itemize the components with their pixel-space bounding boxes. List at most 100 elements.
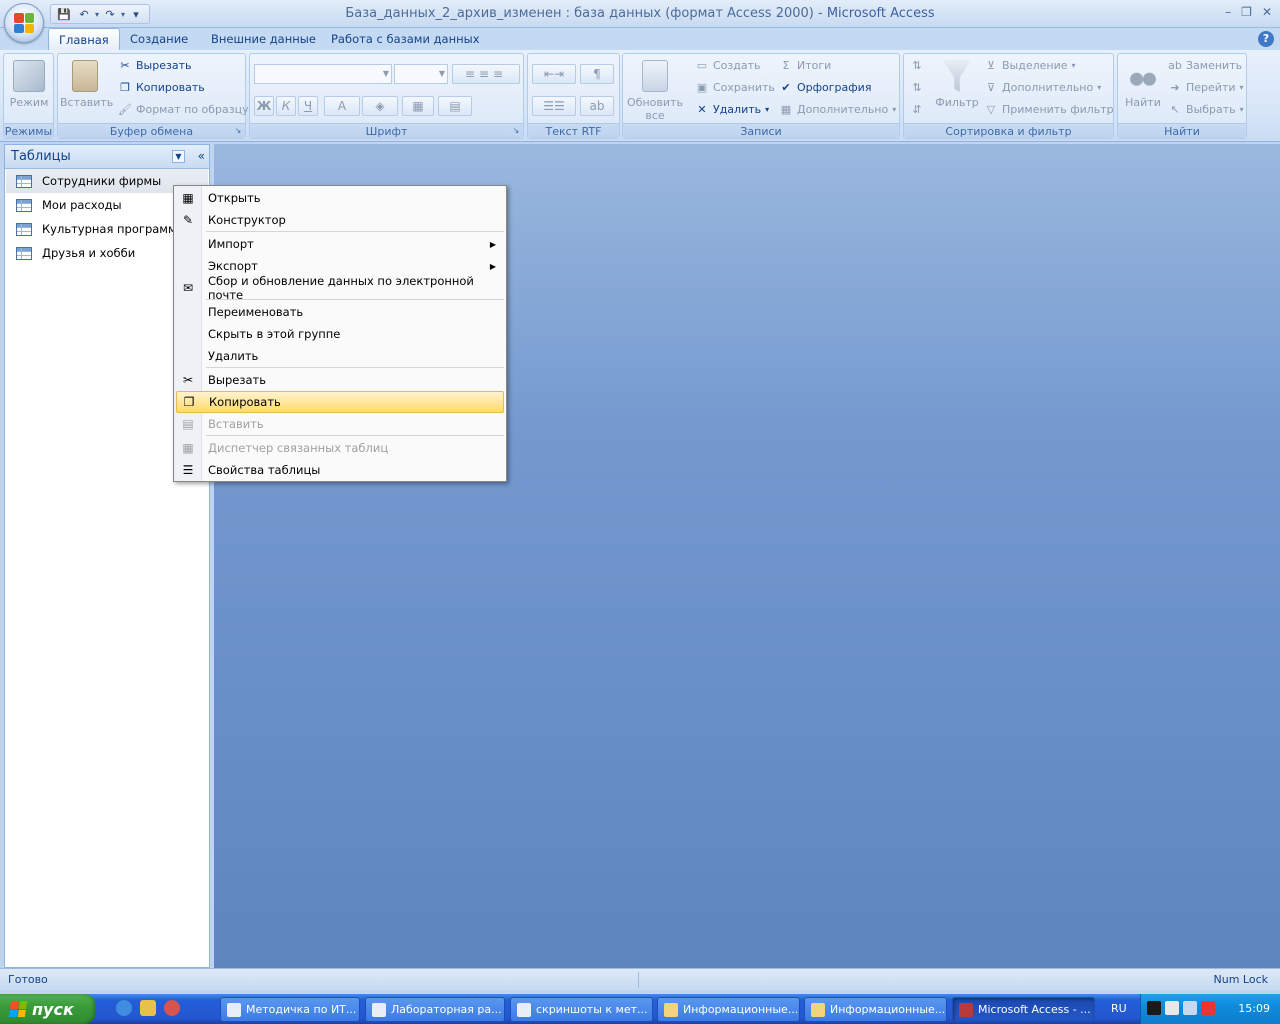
totals-label: Итоги <box>797 59 832 72</box>
customize-qat-icon[interactable]: ▾ <box>127 6 145 22</box>
group-font: ▼ ▼ ≡≡≡ Ж К Ч A ◈ ▦ ▤ Шрифт ↘ <box>249 53 524 139</box>
empty-icon <box>176 255 200 277</box>
redo-icon[interactable]: ↷ <box>101 6 119 22</box>
save-icon[interactable]: 💾 <box>55 6 73 22</box>
menu-item-design[interactable]: ✎ Конструктор <box>176 209 504 231</box>
alt-fill-icon[interactable]: ▤ <box>438 96 472 116</box>
ribbon-tabs: Главная Создание Внешние данные Работа с… <box>0 28 1280 50</box>
font-name-field[interactable]: ▼ <box>254 64 392 84</box>
taskbar-item-4[interactable]: Информационные... <box>657 997 800 1022</box>
view-button[interactable]: Режим <box>4 58 54 122</box>
tray-app-icon[interactable] <box>1147 1001 1161 1015</box>
replace-button[interactable]: ab Заменить <box>1168 56 1242 76</box>
menu-item-import[interactable]: Импорт ▶ <box>176 233 504 255</box>
save-record-button[interactable]: ▣ Сохранить <box>695 78 775 98</box>
find-button[interactable]: Найти <box>1118 58 1168 122</box>
menu-item-linked-table-manager[interactable]: ▦ Диспетчер связанных таблиц <box>176 437 504 459</box>
new-record-button[interactable]: ▭ Создать <box>695 56 761 76</box>
gridlines-icon[interactable]: ▦ <box>402 96 434 116</box>
sort-ascending-icon[interactable]: ⇅ <box>910 56 924 76</box>
chevron-down-icon: ▼ <box>382 69 389 78</box>
spelling-label: Орфография <box>797 81 872 94</box>
tab-create[interactable]: Создание <box>120 28 198 50</box>
advanced-filter-button[interactable]: ⊽ Дополнительно ▾ <box>984 78 1101 98</box>
underline-button[interactable]: Ч <box>298 96 318 116</box>
desktop-icon[interactable] <box>140 1000 156 1016</box>
nav-menu-chevron-icon[interactable]: ▼ <box>172 150 185 163</box>
group-clipboard: Вставить ✂ Вырезать ❐ Копировать 🖌 Формат п… <box>57 53 249 139</box>
taskbar-item-3[interactable]: скриншоты к мет... <box>510 997 653 1022</box>
group-find: Найти ab Заменить ➜ Перейти ▾ ↖ Выбрать ▾ Най… <box>1117 53 1247 139</box>
indent-icon[interactable]: ⇤⇥ <box>532 64 576 84</box>
office-button[interactable] <box>4 3 44 43</box>
collapse-pane-icon[interactable]: « <box>198 149 205 163</box>
tab-external-data[interactable]: Внешние данные <box>201 28 326 50</box>
align-buttons[interactable]: ≡≡≡ <box>452 64 520 84</box>
start-button[interactable]: пуск <box>0 994 96 1024</box>
media-icon[interactable] <box>164 1000 180 1016</box>
spelling-button[interactable]: ✔ Орфография <box>779 78 871 98</box>
delete-record-button[interactable]: ✕ Удалить ▾ <box>695 100 769 120</box>
clock: 15:09 <box>1238 1002 1270 1015</box>
group-label-views: Режимы <box>4 123 53 138</box>
taskbar-item-1[interactable]: Методичка по ИТ... <box>220 997 360 1022</box>
clear-sort-icon[interactable]: ⇵ <box>910 100 924 120</box>
browser-icon[interactable] <box>116 1000 132 1016</box>
tab-database-tools[interactable]: Работа с базами данных <box>321 28 490 50</box>
tray-tool-icon[interactable] <box>1165 1001 1179 1015</box>
folder-icon <box>664 1002 678 1017</box>
menu-item-copy[interactable]: ❐ Копировать <box>176 391 504 413</box>
select-button[interactable]: ↖ Выбрать ▾ <box>1168 100 1243 120</box>
redo-dropdown-icon[interactable]: ▾ <box>121 10 125 19</box>
minimize-button[interactable]: – <box>1225 5 1231 19</box>
sort-descending-icon[interactable]: ⇅ <box>910 78 924 98</box>
menu-label: Переименовать <box>208 305 304 319</box>
nav-header[interactable]: Таблицы ▼ « <box>5 145 209 169</box>
menu-item-rename[interactable]: Переименовать <box>176 301 504 323</box>
menu-separator <box>206 435 504 436</box>
list-icon[interactable]: ☰☰ <box>532 96 576 116</box>
tab-home[interactable]: Главная <box>48 28 120 50</box>
help-icon[interactable]: ? <box>1258 31 1274 47</box>
antivirus-icon[interactable] <box>1201 1001 1215 1015</box>
copy-button[interactable]: ❐ Копировать <box>118 78 205 98</box>
menu-item-delete[interactable]: Удалить <box>176 345 504 367</box>
fill-color-icon[interactable]: ◈ <box>362 96 398 116</box>
totals-button[interactable]: Σ Итоги <box>779 56 832 76</box>
selection-button[interactable]: ⊻ Выделение ▾ <box>984 56 1076 76</box>
italic-button[interactable]: К <box>276 96 296 116</box>
highlight-icon[interactable]: ab <box>580 96 614 116</box>
menu-item-table-properties[interactable]: ☰ Свойства таблицы <box>176 459 504 481</box>
menu-item-cut[interactable]: ✂ Вырезать <box>176 369 504 391</box>
undo-dropdown-icon[interactable]: ▾ <box>95 10 99 19</box>
clipboard-launcher-icon[interactable]: ↘ <box>233 126 243 136</box>
filter-button[interactable]: Фильтр <box>932 58 982 122</box>
replace-label: Заменить <box>1186 59 1243 72</box>
paragraph-icon[interactable]: ¶ <box>580 64 614 84</box>
undo-icon[interactable]: ↶ <box>75 6 93 22</box>
cut-button[interactable]: ✂ Вырезать <box>118 56 191 76</box>
refresh-label-2: все <box>645 109 665 122</box>
linked-table-icon: ▦ <box>182 441 194 455</box>
format-painter-button[interactable]: 🖌 Формат по образцу <box>118 100 249 120</box>
menu-item-paste[interactable]: ▤ Вставить <box>176 413 504 435</box>
font-size-field[interactable]: ▼ <box>394 64 448 84</box>
menu-item-hide[interactable]: Скрыть в этой группе <box>176 323 504 345</box>
taskbar-item-access[interactable]: Microsoft Access - ... <box>952 997 1095 1022</box>
font-color-button[interactable]: A <box>324 96 360 116</box>
paste-button[interactable]: Вставить <box>60 58 113 122</box>
taskbar-item-2[interactable]: Лабораторная ра... <box>365 997 505 1022</box>
refresh-all-button[interactable]: Обновить все <box>627 58 683 122</box>
toggle-filter-button[interactable]: ▽ Применить фильтр <box>984 100 1114 120</box>
menu-item-collect-email[interactable]: ✉ Сбор и обновление данных по электронной… <box>176 274 504 302</box>
more-records-button[interactable]: ▦ Дополнительно ▾ <box>779 100 896 120</box>
taskbar-item-5[interactable]: Информационные... <box>804 997 947 1022</box>
menu-item-open[interactable]: ▦ Открыть <box>176 187 504 209</box>
close-button[interactable]: ✕ <box>1262 5 1272 19</box>
goto-button[interactable]: ➜ Перейти ▾ <box>1168 78 1243 98</box>
bold-button[interactable]: Ж <box>254 96 274 116</box>
network-icon[interactable] <box>1183 1001 1197 1015</box>
font-launcher-icon[interactable]: ↘ <box>511 126 521 136</box>
restore-button[interactable]: ❐ <box>1241 5 1252 19</box>
language-indicator[interactable]: RU <box>1111 1002 1127 1015</box>
